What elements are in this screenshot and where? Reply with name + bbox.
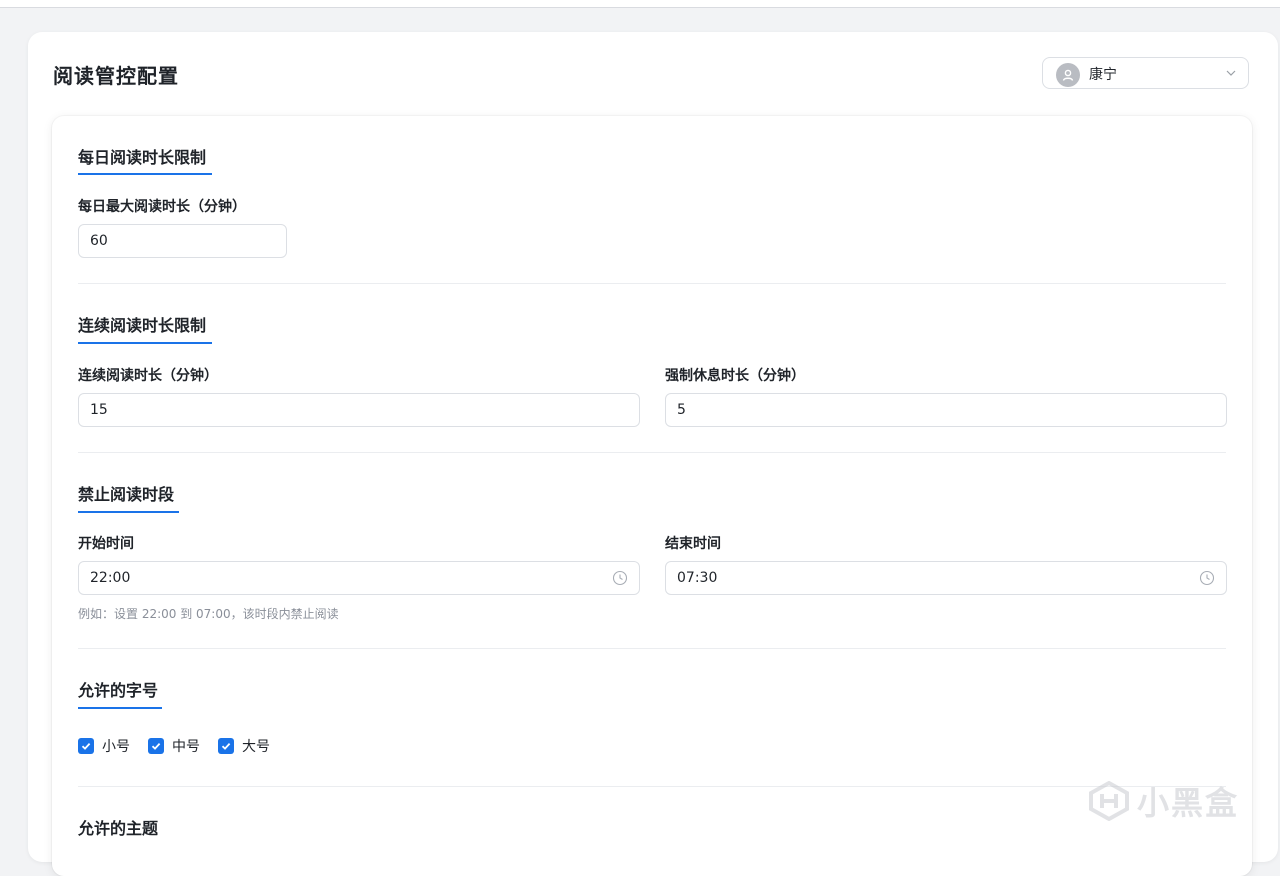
daily-max-input[interactable] (78, 224, 287, 258)
font-size-option-label: 中号 (172, 739, 200, 755)
rest-duration-label: 强制休息时长（分钟） (665, 368, 805, 384)
continuous-limit-title: 连续阅读时长限制 (78, 316, 207, 335)
watermark-logo-icon (1089, 781, 1129, 821)
checkbox-checked-icon[interactable] (78, 738, 94, 754)
continuous-duration-input[interactable] (78, 393, 640, 427)
daily-limit-title: 每日阅读时长限制 (78, 148, 207, 167)
checkbox-checked-icon[interactable] (218, 738, 234, 754)
watermark-text: 小黑盒 (1137, 784, 1240, 822)
clock-icon[interactable] (612, 570, 628, 586)
start-time-label: 开始时间 (78, 536, 134, 552)
chevron-down-icon (1226, 70, 1236, 76)
divider (78, 452, 1226, 453)
font-size-option-medium[interactable]: 中号 (148, 736, 200, 756)
rest-duration-input[interactable] (665, 393, 1227, 427)
font-size-option-small[interactable]: 小号 (78, 736, 130, 756)
clock-icon[interactable] (1199, 570, 1215, 586)
page-title: 阅读管控配置 (53, 64, 179, 88)
divider (78, 283, 1226, 284)
checkbox-checked-icon[interactable] (148, 738, 164, 754)
daily-max-label: 每日最大阅读时长（分钟） (78, 199, 246, 215)
user-select[interactable]: 康宁 (1042, 57, 1249, 89)
end-time-label: 结束时间 (665, 536, 721, 552)
forbidden-period-hint: 例如：设置 22:00 到 07:00，该时段内禁止阅读 (78, 607, 339, 621)
font-size-option-large[interactable]: 大号 (218, 736, 270, 756)
user-icon (1056, 63, 1080, 87)
font-size-title: 允许的字号 (78, 681, 159, 700)
config-panel: 阅读管控配置 康宁 每日阅读时长限制 每日最大阅读时长（分钟） 连续阅读时长限制… (28, 32, 1278, 876)
font-size-options: 小号 中号 大号 (78, 736, 288, 756)
top-strip (0, 0, 1280, 8)
font-size-underline (78, 707, 162, 709)
font-size-option-label: 大号 (242, 739, 270, 755)
end-time-input[interactable] (665, 561, 1227, 595)
forbidden-period-title: 禁止阅读时段 (78, 485, 175, 504)
continuous-limit-underline (78, 342, 212, 344)
continuous-duration-label: 连续阅读时长（分钟） (78, 368, 218, 384)
daily-limit-underline (78, 173, 212, 175)
divider (78, 648, 1226, 649)
settings-form: 每日阅读时长限制 每日最大阅读时长（分钟） 连续阅读时长限制 连续阅读时长（分钟… (52, 116, 1252, 876)
user-name: 康宁 (1089, 67, 1117, 83)
start-time-input[interactable] (78, 561, 640, 595)
theme-title: 允许的主题 (78, 819, 159, 838)
divider (78, 786, 1226, 787)
font-size-option-label: 小号 (102, 739, 130, 755)
forbidden-period-underline (78, 511, 179, 513)
watermark: 小黑盒 (1087, 778, 1239, 824)
